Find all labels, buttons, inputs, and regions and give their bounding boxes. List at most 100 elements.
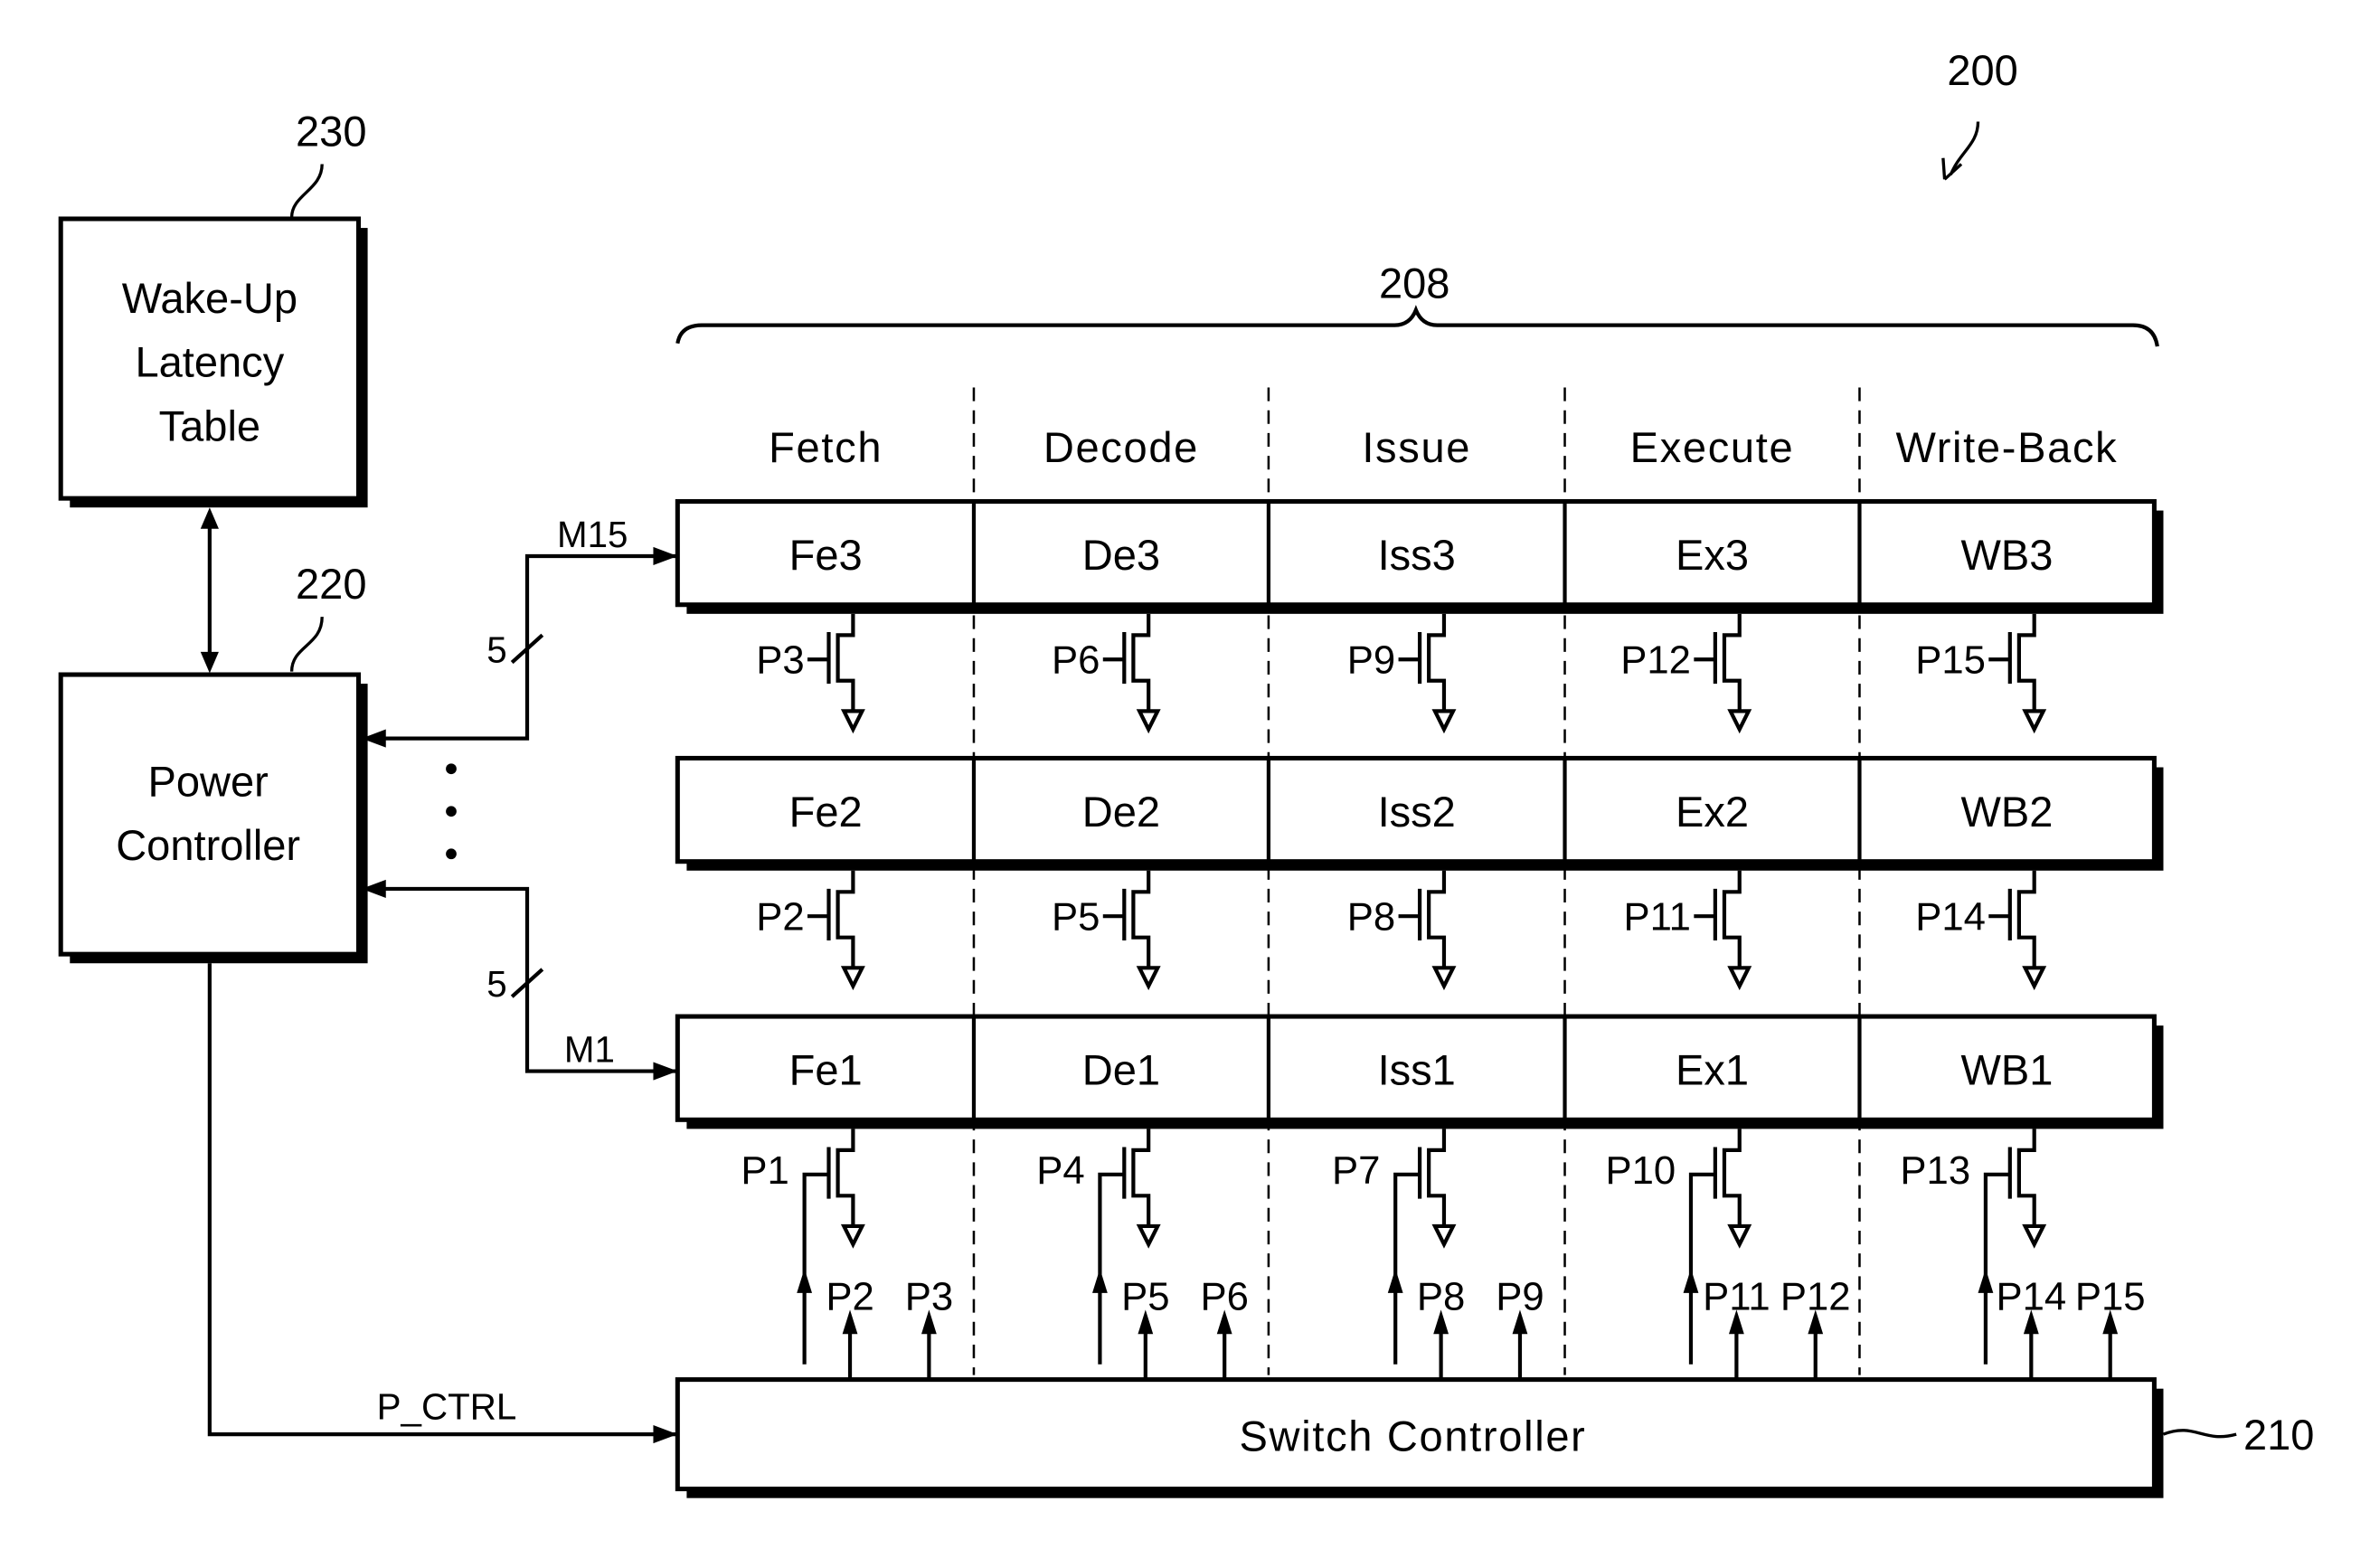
switch-output-p15: P15 (2075, 1274, 2146, 1380)
power-gating-transistor: P14 (1915, 870, 2047, 991)
pipeline-cell: Iss3 (1378, 531, 1456, 579)
power-gating-transistor: P9 (1347, 613, 1457, 734)
ground-icon (1431, 966, 1457, 991)
latency-table-line-2: Latency (135, 338, 284, 386)
ref-label-210: 210 (2243, 1411, 2314, 1459)
switch-output-p11: P11 (1703, 1274, 1770, 1380)
ground-icon (840, 1223, 865, 1249)
power-gating-transistor: P13 (1900, 1129, 2047, 1365)
bus-width-top: 5 (486, 629, 506, 671)
gate-label: P4 (1036, 1148, 1084, 1193)
ground-icon (2022, 709, 2047, 734)
switch-output-p2: P2 (826, 1274, 874, 1380)
ground-icon (1431, 1223, 1457, 1249)
switch-output-label: P6 (1200, 1274, 1248, 1318)
switch-output-p3: P3 (905, 1274, 953, 1380)
pipeline-row-row3: Fe3 P3 De3 P6 Iss3 P9 Ex3 P12 WB3 P15 (675, 498, 2164, 734)
m15-bus: M15 5 (361, 514, 678, 748)
power-gating-transistor: P12 (1620, 613, 1752, 734)
power-gating-transistor: P15 (1915, 613, 2047, 734)
arrow-up-icon (797, 1268, 813, 1293)
switch-output-label: P5 (1121, 1274, 1169, 1318)
power-gating-transistor: P10 (1605, 1129, 1752, 1365)
ref-leader-210 (2162, 1429, 2237, 1439)
stage-header: Decode (1043, 423, 1199, 471)
gate-label: P5 (1052, 894, 1100, 939)
pipeline-rows: Fe3 P3 De3 P6 Iss3 P9 Ex3 P12 WB3 P15 Fe2 P2 De2 P5 Is… (675, 498, 2164, 1365)
pipeline-cell: Iss2 (1378, 788, 1456, 836)
gate-label: P1 (741, 1148, 788, 1193)
switch-output-p6: P6 (1200, 1274, 1249, 1380)
gate-label: P15 (1915, 638, 1986, 682)
switch-output-label: P9 (1496, 1274, 1544, 1318)
signal-m1: M1 (564, 1028, 615, 1070)
stage-header: Fetch (769, 423, 883, 471)
switch-output-label: P2 (826, 1274, 873, 1318)
switch-output-label: P15 (2075, 1274, 2146, 1318)
pipeline-cell: Fe1 (789, 1046, 863, 1094)
ref-label-220: 220 (296, 560, 366, 608)
ground-icon (1727, 1223, 1752, 1249)
switch-output-label: P3 (905, 1274, 953, 1318)
ground-icon (1431, 709, 1457, 734)
gate-label: P11 (1624, 894, 1691, 939)
m1-bus: M1 5 (361, 879, 678, 1081)
signal-m15: M15 (557, 514, 628, 555)
pipeline-cell: De1 (1082, 1046, 1160, 1094)
pipeline-cell: Ex2 (1676, 788, 1749, 836)
pipeline-cell: Fe2 (789, 788, 863, 836)
stage-header: Write-Back (1895, 423, 2118, 471)
power-gating-transistor: P2 (756, 870, 865, 991)
ground-icon (1727, 709, 1752, 734)
power-controller-block: Power Controller (58, 672, 368, 964)
arrow-up-icon (1683, 1268, 1699, 1293)
switch-controller-block: Switch Controller (675, 1377, 2164, 1498)
ref-leader-200 (1949, 121, 1980, 175)
gate-label: P2 (756, 894, 804, 939)
power-controller-line-2: Controller (116, 821, 300, 869)
gate-label: P12 (1620, 638, 1691, 682)
power-gated-pipeline-diagram: 200 230 Wake-Up Latency Table 220 Power … (58, 46, 2314, 1498)
switch-output-label: P11 (1703, 1274, 1770, 1318)
switch-output-label: P8 (1417, 1274, 1465, 1318)
gate-label: P10 (1605, 1148, 1676, 1193)
ref-leader-220 (289, 617, 324, 672)
switch-output-p8: P8 (1417, 1274, 1465, 1380)
switch-output-p5: P5 (1121, 1274, 1170, 1380)
bus-width-bottom: 5 (486, 963, 506, 1005)
pipeline-cell: De2 (1082, 788, 1160, 836)
signal-p-ctrl: P_CTRL (377, 1385, 517, 1427)
switch-output-p12: P12 (1780, 1274, 1851, 1380)
power-gating-transistor: P6 (1052, 613, 1161, 734)
switch-output-p9: P9 (1496, 1274, 1544, 1380)
ground-icon (840, 709, 865, 734)
pipeline-cell: Ex3 (1676, 531, 1749, 579)
bidirectional-arrow (200, 507, 219, 674)
gate-label: P8 (1347, 894, 1395, 939)
switch-controller-label: Switch Controller (1240, 1412, 1587, 1460)
gate-label: P3 (756, 638, 804, 682)
ground-icon (2022, 1223, 2047, 1249)
gate-label: P7 (1332, 1148, 1380, 1193)
pipeline-cell: Ex1 (1676, 1046, 1749, 1094)
ellipsis-dots (446, 763, 457, 860)
switch-output-label: P12 (1780, 1274, 1851, 1318)
ground-icon (2022, 966, 2047, 991)
gate-label: P6 (1052, 638, 1100, 682)
ground-icon (1136, 1223, 1161, 1249)
pipeline-cell: Fe3 (789, 531, 863, 579)
ref-label-208: 208 (1379, 259, 1449, 307)
pipeline-row-row2: Fe2 P2 De2 P5 Iss2 P8 Ex2 P11 WB2 P14 (675, 755, 2164, 991)
switch-output-label: P14 (1996, 1274, 2066, 1318)
pipeline-cell: Iss1 (1378, 1046, 1456, 1094)
ground-icon (840, 966, 865, 991)
power-gating-transistor: P3 (756, 613, 865, 734)
switch-output-p14: P14 (1996, 1274, 2066, 1380)
ground-icon (1136, 966, 1161, 991)
ref-label-200: 200 (1947, 46, 2017, 94)
latency-table-line-1: Wake-Up (122, 274, 297, 322)
ref-label-230: 230 (296, 107, 366, 155)
latency-table-line-3: Table (159, 401, 260, 449)
gate-label: P9 (1347, 638, 1395, 682)
power-controller-line-1: Power (148, 757, 269, 805)
